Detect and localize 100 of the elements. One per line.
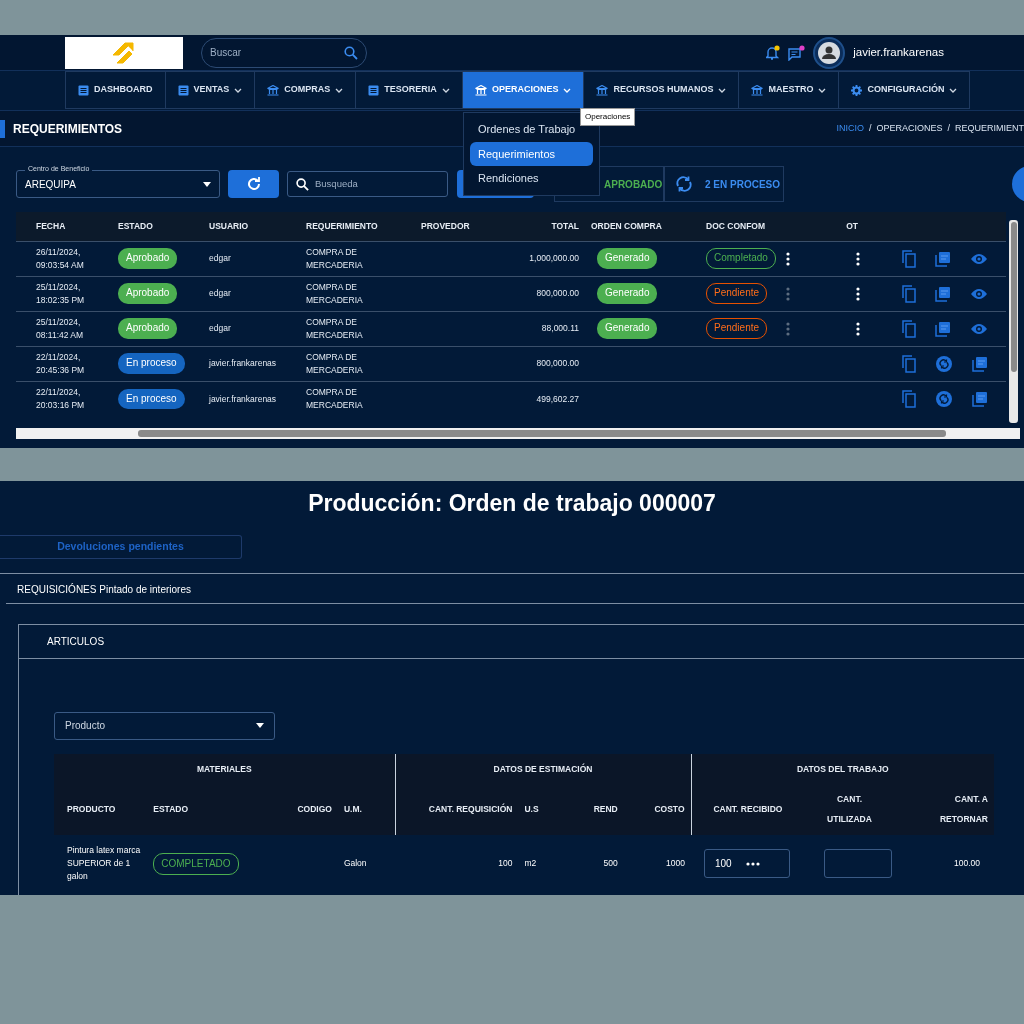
eye-icon[interactable] [970, 287, 988, 300]
table-cell: 1,000,000.00 [529, 253, 579, 264]
bank-icon [596, 84, 609, 96]
pdf-file-icon[interactable] [972, 355, 988, 372]
column-header: COSTO [654, 804, 685, 815]
floating-button-icon[interactable] [1012, 166, 1024, 202]
breadcrumb-separator: / [868, 121, 872, 135]
select-value: AREQUIPA [25, 177, 76, 192]
column-header: DOC CONFOM [706, 220, 766, 231]
table-cell: javier.frankarenas [209, 393, 277, 404]
column-header: PRODUCTO [67, 804, 116, 815]
copy-icon[interactable] [902, 389, 916, 408]
gear-icon [851, 84, 863, 96]
table-cell: 800,000.00 [536, 288, 579, 299]
search-placeholder: Busqueda [315, 176, 358, 191]
chat-icon[interactable] [788, 44, 806, 61]
username[interactable]: javier.frankarenas [853, 43, 944, 62]
eye-icon[interactable] [970, 322, 988, 335]
column-header: U.S [524, 804, 539, 815]
table-cell: 100.00 [954, 858, 980, 869]
column-header: U.M. [343, 804, 362, 815]
more-options-icon[interactable] [856, 251, 860, 266]
table-cell: 22/11/2024, 20:03:16 PM [36, 387, 85, 410]
table-cell: COMPRA DE MERCADERIA [306, 317, 363, 340]
more-options-icon[interactable] [745, 861, 760, 866]
column-header: CANT. REQUISICIÓN [428, 804, 513, 815]
copy-icon[interactable] [902, 284, 916, 303]
menu-item[interactable]: Rendiciones [470, 166, 593, 191]
refresh-button[interactable] [228, 170, 279, 198]
copy-icon[interactable] [902, 354, 916, 373]
nav-tab[interactable]: VENTAS [164, 71, 255, 109]
select-placeholder: Producto [65, 719, 106, 734]
page-title: Producción: Orden de trabajo 000007 [307, 489, 717, 518]
status-badge: COMPLETADO [153, 853, 239, 875]
refresh-icon [246, 177, 261, 191]
bank-icon [751, 84, 764, 96]
pdf-file-icon[interactable] [935, 250, 951, 267]
nav-tab[interactable]: CONFIGURACIÓN [838, 71, 971, 109]
select-field[interactable]: Producto [54, 711, 275, 740]
nav-tab[interactable]: MAESTRO [738, 71, 839, 109]
input-field[interactable] [824, 849, 893, 879]
page-title: REQUERIMIENTOS [0, 119, 123, 138]
table-cell: 499,602.27 [536, 393, 579, 404]
more-options-icon[interactable] [856, 321, 860, 336]
tooltip: Operaciones [580, 108, 636, 126]
table-cell: edgar [209, 323, 231, 334]
sync-icon[interactable] [936, 390, 952, 407]
copy-icon[interactable] [902, 319, 916, 338]
table-cell: 25/11/2024, 08:11:42 AM [36, 317, 84, 340]
column-group-header: MATERIALES [196, 763, 252, 774]
status-badge: Generado [597, 248, 658, 269]
nav-tab[interactable]: TESORERIA [355, 71, 462, 109]
pdf-file-icon[interactable] [935, 320, 951, 337]
table-cell: 800,000.00 [536, 358, 579, 369]
table-cell: Pintura latex marca SUPERIOR de 1 galon [67, 845, 141, 882]
status-badge: En proceso [118, 353, 185, 374]
column-header: CANT. RECIBIDO [713, 804, 783, 815]
status-badge: Aprobado [118, 283, 178, 304]
menu-item[interactable]: Requerimientos [470, 141, 593, 166]
sync-icon[interactable] [936, 355, 952, 372]
quantity-field[interactable]: 100 [704, 849, 790, 879]
column-header: CANT. UTILIZADA [826, 793, 873, 826]
status-badge: Generado [597, 283, 658, 304]
more-options-icon[interactable] [856, 286, 860, 301]
table-cell: edgar [209, 288, 231, 299]
column-group-header: DATOS DE ESTIMACIÓN [493, 763, 593, 774]
dropdown-triangle-icon [203, 181, 211, 187]
column-group-header: DATOS DEL TRABAJO [796, 763, 889, 774]
table-cell: 25/11/2024, 18:02:35 PM [36, 282, 85, 305]
search-field[interactable]: Busqueda [287, 171, 448, 197]
horizontal-scrollbar[interactable] [16, 428, 1020, 439]
eye-icon[interactable] [970, 252, 988, 265]
nav-tab[interactable]: COMPRAS [254, 71, 356, 109]
bank-icon [267, 84, 280, 96]
vertical-scrollbar[interactable] [1009, 220, 1018, 423]
pdf-file-icon[interactable] [935, 285, 951, 302]
more-options-icon[interactable] [786, 251, 790, 266]
table-cell: COMPRA DE MERCADERIA [306, 247, 363, 270]
table-cell: 100 [498, 858, 513, 869]
status-badge: Completado [706, 248, 776, 269]
nav-tab[interactable]: DASHBOARD [65, 71, 165, 109]
table-cell: edgar [209, 253, 231, 264]
column-header: TOTAL [551, 220, 579, 231]
list-icon [177, 84, 189, 96]
avatar-icon[interactable] [813, 36, 846, 69]
copy-icon[interactable] [902, 249, 916, 268]
table-cell: 500 [603, 858, 618, 869]
bell-icon[interactable] [766, 44, 781, 61]
pdf-file-icon[interactable] [972, 390, 988, 407]
table-cell: COMPRA DE MERCADERIA [306, 282, 363, 305]
search-placeholder: Buscar [210, 46, 242, 60]
status-badge: Pendiente [706, 318, 768, 339]
search-icon[interactable] [344, 45, 358, 60]
breadcrumb-item: OPERACIONES [876, 121, 943, 135]
breadcrumb-item[interactable]: INICIO [836, 121, 864, 136]
table-cell: Galon [343, 858, 367, 869]
nav-tab[interactable]: OPERACIONES [461, 71, 584, 109]
status-count-label: APROBADO [604, 177, 663, 192]
column-header: REQUERIMIENTO [306, 220, 378, 231]
list-icon [368, 84, 380, 96]
